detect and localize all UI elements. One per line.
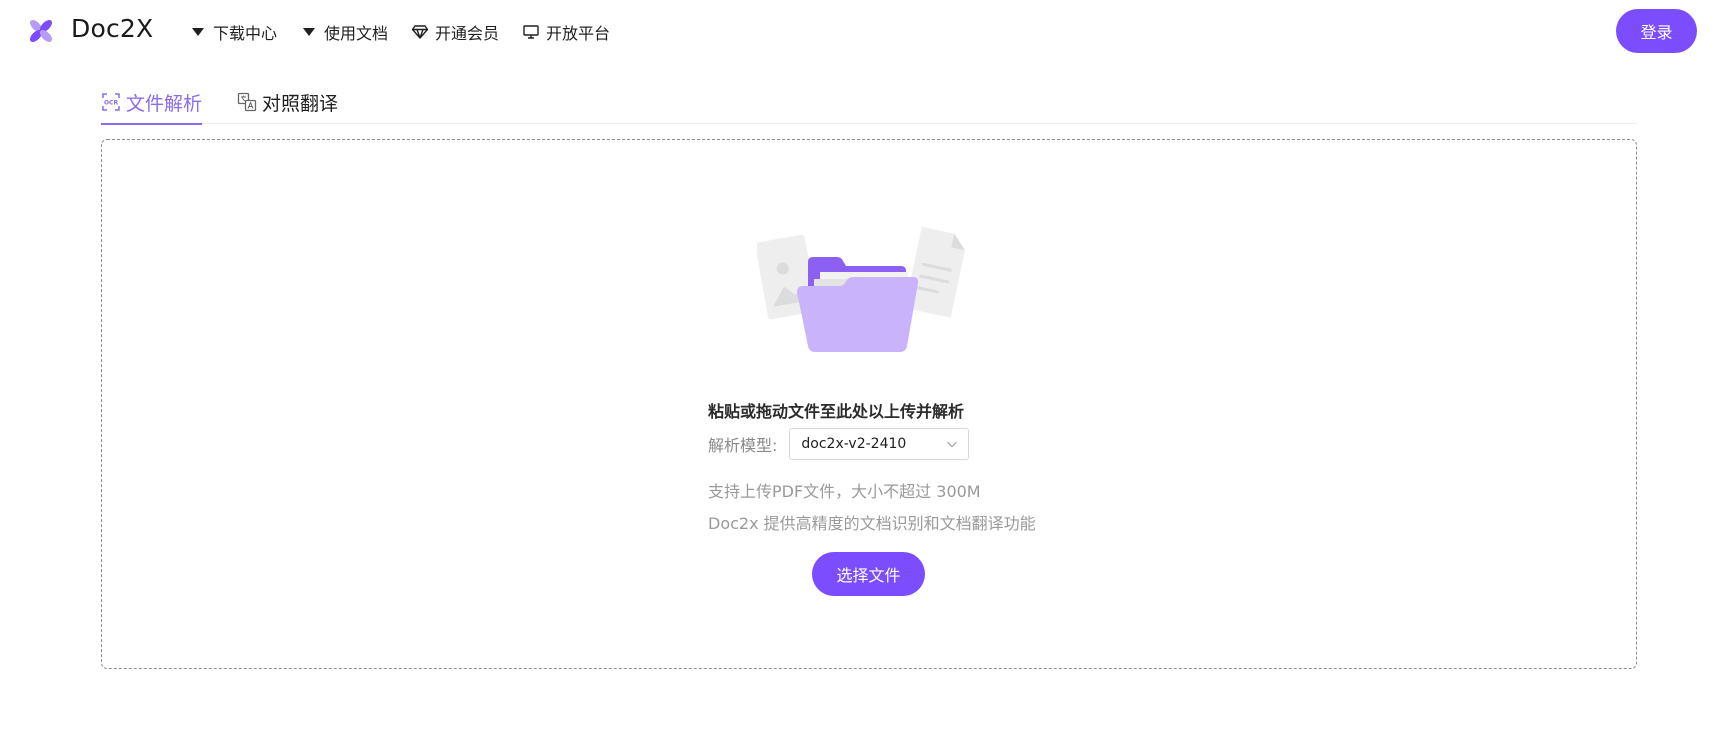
model-select[interactable]: doc2x-v2-2410 bbox=[789, 428, 970, 460]
upload-size-hint: 支持上传PDF文件，大小不超过 300M bbox=[708, 482, 981, 501]
diamond-icon bbox=[412, 24, 429, 40]
top-header: Doc2X 下载中心 使用文档 开通会员 开放平台 登录 bbox=[0, 0, 1716, 64]
svg-text:OCR: OCR bbox=[104, 100, 119, 107]
nav-usage-docs[interactable]: 使用文档 bbox=[301, 19, 388, 45]
nav-label: 使用文档 bbox=[324, 24, 389, 43]
caret-down-icon bbox=[190, 24, 206, 40]
nav-label: 开通会员 bbox=[435, 24, 500, 43]
doc2x-logo-icon[interactable] bbox=[28, 18, 54, 44]
tab-label: 文件解析 bbox=[126, 92, 203, 115]
monitor-icon bbox=[523, 24, 539, 40]
model-label: 解析模型: bbox=[708, 436, 778, 455]
tab-compare-translate[interactable]: 对照翻译 bbox=[237, 80, 338, 124]
model-selector-row: 解析模型: doc2x-v2-2410 bbox=[708, 428, 970, 460]
tab-file-parse[interactable]: OCR 文件解析 bbox=[101, 80, 203, 125]
feature-description: Doc2x 提供高精度的文档识别和文档翻译功能 bbox=[708, 514, 1036, 533]
main-nav: 下载中心 使用文档 开通会员 开放平台 bbox=[190, 19, 634, 45]
nav-label: 开放平台 bbox=[546, 24, 611, 43]
model-select-value: doc2x-v2-2410 bbox=[801, 436, 907, 452]
nav-download-center[interactable]: 下载中心 bbox=[190, 19, 277, 45]
ocr-scan-icon: OCR bbox=[102, 93, 120, 111]
nav-open-platform[interactable]: 开放平台 bbox=[523, 19, 610, 45]
translate-icon bbox=[237, 92, 257, 112]
nav-membership[interactable]: 开通会员 bbox=[412, 19, 499, 45]
dropzone-title: 粘贴或拖动文件至此处以上传并解析 bbox=[708, 402, 965, 421]
folder-illustration-icon bbox=[757, 226, 965, 352]
brand-name[interactable]: Doc2X bbox=[71, 14, 153, 43]
tab-label: 对照翻译 bbox=[262, 92, 339, 115]
feature-tabs: OCR 文件解析 对照翻译 bbox=[101, 80, 1637, 125]
chevron-down-icon bbox=[947, 441, 958, 448]
nav-label: 下载中心 bbox=[213, 24, 278, 43]
login-button[interactable]: 登录 bbox=[1616, 9, 1697, 53]
choose-file-button[interactable]: 选择文件 bbox=[812, 552, 925, 596]
caret-down-icon bbox=[301, 24, 317, 40]
